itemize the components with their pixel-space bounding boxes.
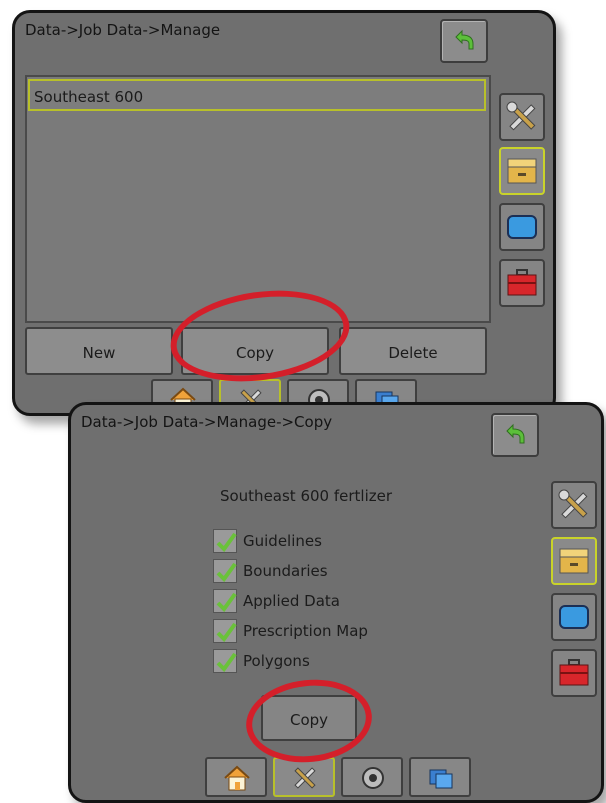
breadcrumb: Data->Job Data->Manage->Copy [81,413,333,431]
tools-icon [294,767,316,789]
side-tab-display[interactable] [551,593,597,641]
nav-tab-gps[interactable] [341,757,403,797]
option-label: Applied Data [243,592,340,610]
new-button[interactable]: New [25,327,173,375]
checkmark-icon [216,622,237,643]
side-tab-tools[interactable] [551,481,597,529]
tools-icon [558,489,588,519]
side-tab-toolbox[interactable] [551,649,597,697]
tools-icon [506,101,536,131]
back-arrow-icon [506,423,525,444]
job-data-icon [559,548,589,574]
toolbox-icon [507,269,537,296]
job-name: Southeast 600 fertlizer [219,487,393,505]
job-data-icon [507,158,537,184]
checkmark-icon [216,592,237,613]
side-tab-toolbox[interactable] [499,259,545,307]
checkmark-icon [216,652,237,673]
option-prescription-map[interactable]: Prescription Map [213,618,368,644]
option-applied-data[interactable]: Applied Data [213,588,340,614]
option-polygons[interactable]: Polygons [213,648,310,674]
delete-button[interactable]: Delete [339,327,487,375]
checkbox[interactable] [213,589,237,613]
nav-tab-layers[interactable] [409,757,471,797]
option-label: Boundaries [243,562,328,580]
breadcrumb: Data->Job Data->Manage [25,21,221,39]
option-label: Polygons [243,652,310,670]
side-tab-job-data[interactable] [551,537,597,585]
layers-icon [429,769,453,789]
home-icon [224,765,250,791]
back-button[interactable] [440,19,488,63]
checkbox[interactable] [213,649,237,673]
side-tab-display[interactable] [499,203,545,251]
side-tab-tools[interactable] [499,93,545,141]
job-list-item[interactable]: Southeast 600 [28,79,486,111]
option-label: Prescription Map [243,622,368,640]
checkbox[interactable] [213,559,237,583]
job-list: Southeast 600 [25,75,491,323]
nav-tab-home[interactable] [205,757,267,797]
option-boundaries[interactable]: Boundaries [213,558,328,584]
display-icon [559,605,589,629]
back-arrow-icon [455,29,474,50]
display-icon [507,215,537,239]
back-button[interactable] [491,413,539,457]
gps-icon [362,767,384,789]
option-guidelines[interactable]: Guidelines [213,528,322,554]
side-tab-job-data[interactable] [499,147,545,195]
checkmark-icon [216,562,237,583]
nav-tab-tools[interactable] [273,757,335,797]
checkbox[interactable] [213,529,237,553]
toolbox-icon [559,659,589,686]
option-label: Guidelines [243,532,322,550]
checkbox[interactable] [213,619,237,643]
checkmark-icon [216,532,237,553]
